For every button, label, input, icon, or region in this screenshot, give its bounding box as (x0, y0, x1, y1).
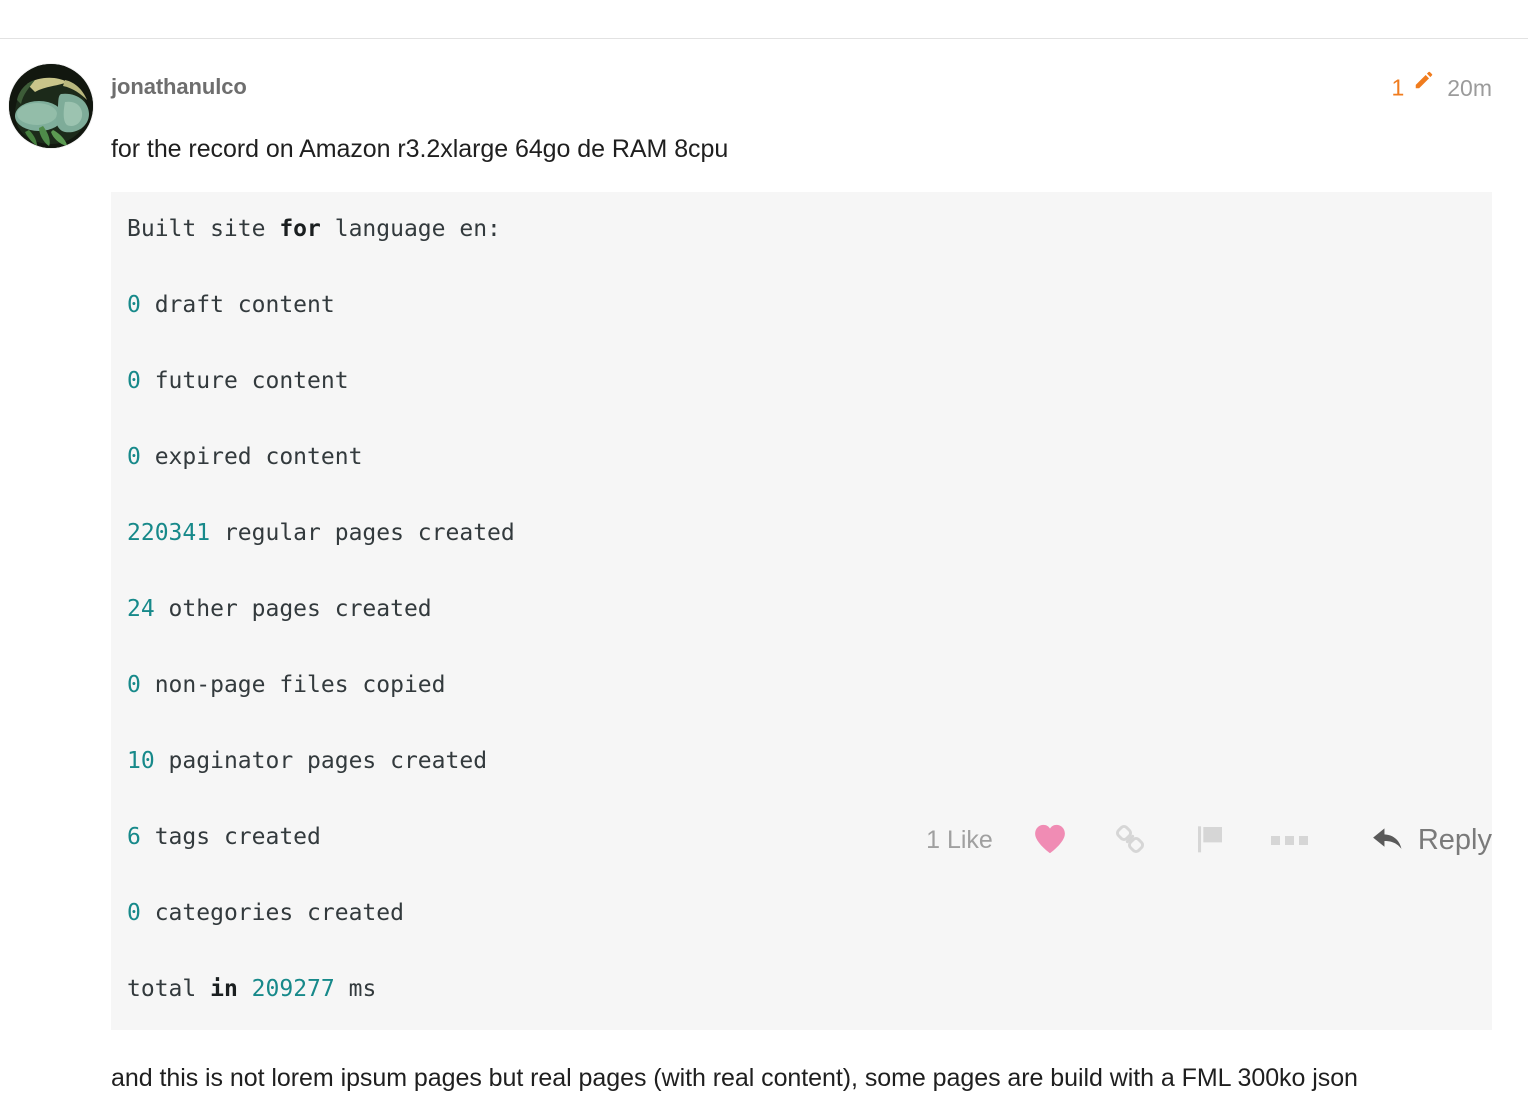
code-line: 0 non-page files copied (127, 666, 1492, 704)
link-icon (1114, 823, 1146, 858)
copy-link-button[interactable] (1107, 817, 1153, 863)
code-token-num: 24 (127, 596, 155, 622)
code-token-num: 10 (127, 748, 155, 774)
heart-icon (1033, 823, 1067, 858)
post-actions: 1 Like Reply (926, 805, 1492, 875)
code-line: Built site for language en: (127, 210, 1492, 248)
reply-button[interactable]: Reply (1371, 824, 1492, 857)
reply-arrow-icon (1371, 824, 1405, 857)
code-token-num: 220341 (127, 520, 211, 546)
code-token-txt: draft content (140, 292, 335, 318)
post-meta: 1 20m (1392, 70, 1492, 105)
code-token-num: 0 (127, 900, 141, 926)
code-block: Built site for language en: 0 draft cont… (111, 192, 1492, 1030)
code-token-txt: language en: (320, 216, 501, 242)
post-timestamp: 20m (1447, 74, 1492, 101)
code-line: 0 draft content (127, 286, 1492, 324)
code-line: total in 209277 ms (127, 970, 1492, 1008)
code-token-txt: other pages created (154, 596, 432, 622)
code-line: 220341 regular pages created (127, 514, 1492, 552)
post-paragraph-top: for the record on Amazon r3.2xlarge 64go… (111, 135, 729, 163)
pencil-icon[interactable] (1413, 69, 1435, 104)
code-token-txt: future content (140, 368, 349, 394)
ellipsis-icon (1271, 835, 1309, 845)
code-line: 0 categories created (127, 894, 1492, 932)
code-token-txt: regular pages created (210, 520, 515, 546)
code-token-txt: Built site (127, 216, 280, 242)
code-token-kw: for (279, 216, 321, 242)
edit-count[interactable]: 1 (1392, 75, 1405, 101)
like-button[interactable] (1027, 817, 1073, 863)
code-token-txt: non-page files copied (140, 672, 446, 698)
code-line: 0 expired content (127, 438, 1492, 476)
avatar[interactable] (9, 64, 93, 148)
reply-label: Reply (1417, 823, 1492, 856)
code-token-txt: paginator pages created (154, 748, 488, 774)
code-token-kw: in (210, 976, 238, 1002)
flag-icon (1195, 823, 1225, 858)
post-body: for the record on Amazon r3.2xlarge 64go… (111, 130, 1492, 1097)
top-divider (0, 38, 1528, 39)
code-token-txt: categories created (140, 900, 404, 926)
post-author-name[interactable]: jonathanulco (111, 70, 247, 104)
code-token-txt: total (127, 976, 211, 1002)
code-token-txt: ms (334, 976, 377, 1002)
post-header: jonathanulco 1 20m (111, 70, 1492, 104)
code-line: 10 paginator pages created (127, 742, 1492, 780)
code-line: 24 other pages created (127, 590, 1492, 628)
code-token-num: 0 (127, 672, 141, 698)
code-token-num: 0 (127, 292, 141, 318)
code-token-num: 0 (127, 444, 141, 470)
post-footer: 1 Like Reply (111, 805, 1492, 875)
code-line: 0 future content (127, 362, 1492, 400)
code-token-num: 0 (127, 368, 141, 394)
like-count-label: 1 Like (926, 825, 993, 854)
post-paragraph-bottom: and this is not lorem ipsum pages but re… (111, 1064, 1358, 1092)
code-token-num: 209277 (251, 976, 335, 1002)
forum-post-page: jonathanulco 1 20m for the record on Ama… (0, 0, 1528, 1092)
flag-button[interactable] (1187, 817, 1233, 863)
code-token-txt: expired content (140, 444, 363, 470)
more-options-button[interactable] (1267, 817, 1313, 863)
